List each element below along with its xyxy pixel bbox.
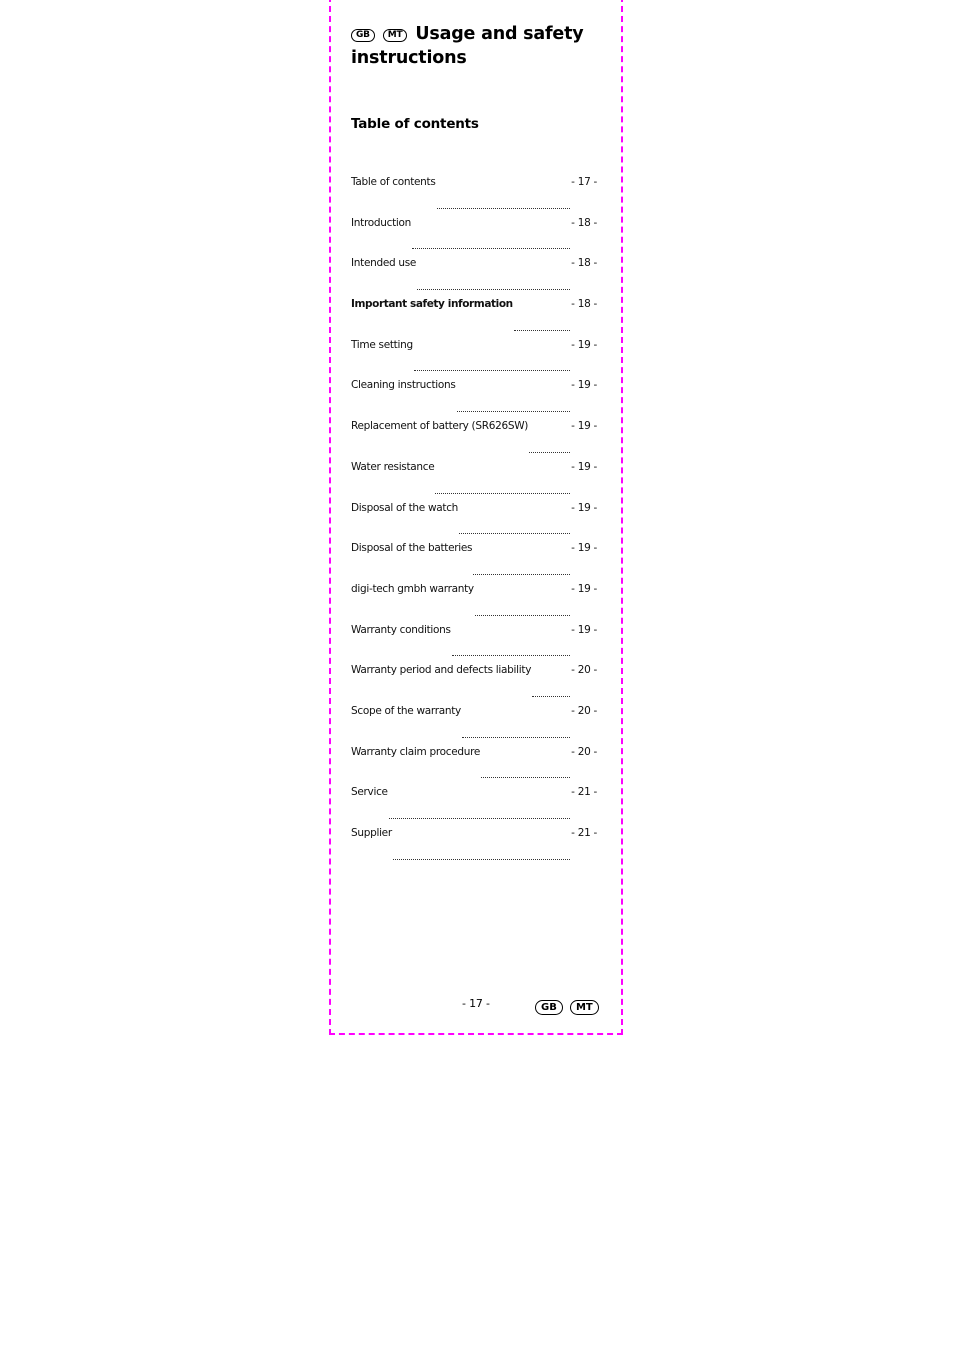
dot-leader — [451, 654, 571, 657]
toc-entry-page: - 19 - — [571, 542, 597, 555]
toc-entry-label: Disposal of the batteries — [351, 542, 473, 555]
toc-entry-page: - 18 - — [571, 298, 597, 311]
toc-entry[interactable]: Disposal of the watch - 19 - — [351, 502, 597, 543]
toc-entry-label: Introduction — [351, 216, 411, 229]
toc-entry-page: - 21 - — [571, 786, 597, 799]
toc-entry[interactable]: Important safety information - 18 - — [351, 298, 597, 339]
toc-entry[interactable]: Cleaning instructions - 19 - — [351, 379, 597, 420]
toc-entry-label: Table of contents — [351, 176, 436, 188]
dot-leader — [473, 573, 571, 575]
toc-entry-label: Warranty period and defects liability — [351, 664, 532, 677]
toc-entry-page: - 19 - — [571, 501, 597, 514]
dot-leader — [392, 858, 571, 860]
toc-entry-label: Time setting — [351, 338, 413, 351]
dot-leader — [412, 247, 571, 250]
toc-entry-label: Important safety information — [351, 298, 513, 311]
toc-entry-label: Service — [351, 786, 388, 799]
toc-entry-label: Warranty conditions — [351, 623, 451, 636]
toc-entry-label: Supplier — [351, 827, 392, 839]
country-badge-mt: MT — [382, 29, 408, 42]
toc-entry[interactable]: Intended use - 18 - — [351, 257, 597, 298]
toc-entry-label: Water resistance — [351, 460, 435, 473]
dot-leader — [459, 532, 571, 535]
dot-leader — [461, 736, 571, 738]
footer-badge-mt: MT — [569, 1000, 599, 1015]
toc-entry-label: Warranty claim procedure — [351, 745, 481, 758]
footer-badges: GB MT — [535, 997, 601, 1016]
dot-leader — [388, 817, 571, 819]
toc-entry-page: - 17 - — [571, 176, 597, 188]
toc-entry-page: - 19 - — [571, 420, 597, 433]
toc-entry-page: - 19 - — [571, 379, 597, 392]
toc-entry[interactable]: Introduction - 18 - — [351, 217, 597, 258]
dot-leader — [513, 329, 571, 331]
toc-entry-page: - 19 - — [571, 338, 597, 351]
dot-leader — [435, 492, 571, 494]
dot-leader — [529, 451, 571, 453]
toc-entry[interactable]: Warranty conditions - 19 - — [351, 624, 597, 665]
toc-entry[interactable]: Water resistance - 19 - — [351, 461, 597, 502]
toc-entry-page: - 20 - — [571, 745, 597, 758]
toc-entry-page: - 21 - — [571, 827, 597, 839]
toc-entry-page: - 20 - — [571, 664, 597, 677]
dot-leader — [481, 776, 571, 779]
dot-leader — [417, 288, 571, 291]
toc-entry[interactable]: Replacement of battery (SR626SW) - 19 - — [351, 420, 597, 461]
dot-leader — [436, 207, 571, 209]
toc-entry-page: - 18 - — [571, 216, 597, 229]
toc-entry[interactable]: Table of contents - 17 - — [351, 176, 597, 217]
footer-page-number: - 17 - — [462, 997, 490, 1010]
toc-entry-label: Disposal of the watch — [351, 501, 459, 514]
toc-entry[interactable]: Warranty claim procedure - 20 - — [351, 746, 597, 787]
toc-heading: Table of contents — [351, 116, 479, 132]
toc-entry[interactable]: Supplier - 21 - — [351, 827, 597, 868]
toc-entry[interactable]: Time setting - 19 - — [351, 339, 597, 380]
toc-entry-page: - 19 - — [571, 623, 597, 636]
dot-leader — [456, 410, 571, 413]
toc-entry[interactable]: Service - 21 - — [351, 786, 597, 827]
toc-entry-label: digi-tech gmbh warranty — [351, 582, 474, 595]
toc-entry-page: - 18 - — [571, 257, 597, 270]
dot-leader — [474, 614, 571, 616]
toc-entry-label: Cleaning instructions — [351, 379, 456, 392]
table-of-contents: Table of contents - 17 - Introduction - 18 … — [351, 176, 597, 868]
toc-entry-label: Intended use — [351, 257, 417, 270]
page-title: GB MT Usage and safety instructions — [351, 22, 601, 70]
toc-entry-label: Replacement of battery (SR626SW) — [351, 420, 529, 433]
toc-entry[interactable]: Warranty period and defects liability - 2… — [351, 664, 597, 705]
dot-leader — [532, 695, 571, 697]
toc-entry[interactable]: Disposal of the batteries - 19 - — [351, 542, 597, 583]
toc-entry-label: Scope of the warranty — [351, 704, 461, 717]
toc-entry-page: - 19 - — [571, 582, 597, 595]
footer-badge-gb: GB — [535, 1000, 563, 1015]
toc-entry[interactable]: Scope of the warranty - 20 - — [351, 705, 597, 746]
toc-entry-page: - 20 - — [571, 704, 597, 717]
dot-leader — [413, 369, 571, 372]
toc-entry[interactable]: digi-tech gmbh warranty - 19 - — [351, 583, 597, 624]
country-badge-gb: GB — [351, 29, 375, 42]
toc-entry-page: - 19 - — [571, 460, 597, 473]
